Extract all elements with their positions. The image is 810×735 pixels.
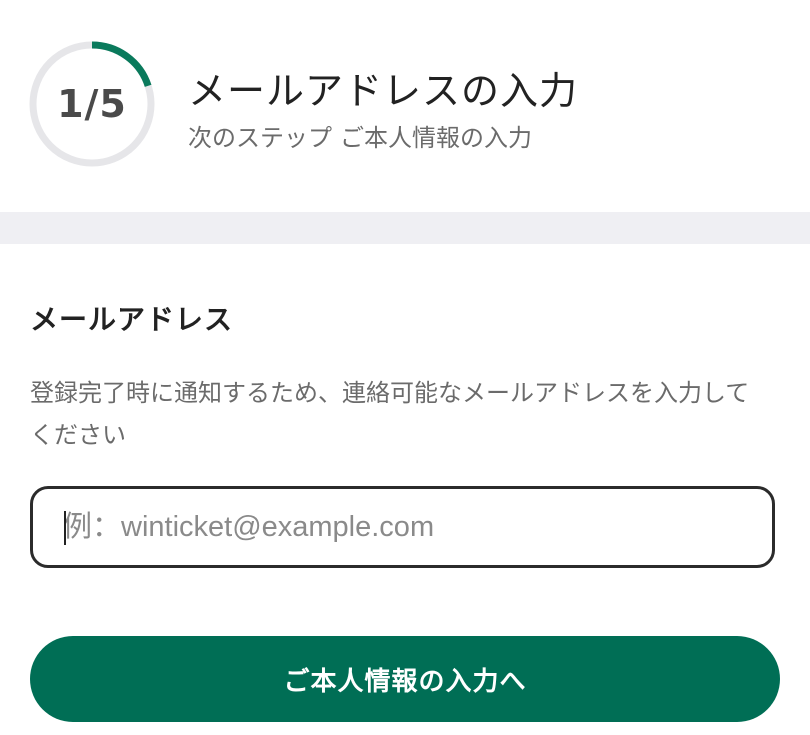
next-step-prefix: 次のステップ <box>188 124 332 152</box>
email-field-container <box>30 486 775 568</box>
step-progress-ring: 1/5 <box>28 40 156 168</box>
step-counter: 1/5 <box>57 82 127 126</box>
next-step-name: ご本人情報の入力 <box>340 124 532 152</box>
next-step-info: 次のステップ ご本人情報の入力 <box>188 118 532 153</box>
page: 1/5 メールアドレスの入力 次のステップ ご本人情報の入力 メールアドレス 登録… <box>0 0 810 735</box>
email-description: 登録完了時に通知するため、連絡可能なメールアドレスを入力してください <box>30 379 750 449</box>
section-divider <box>0 212 810 244</box>
page-title: メールアドレスの入力 <box>188 69 579 113</box>
email-section-label: メールアドレス <box>30 303 234 336</box>
email-input[interactable] <box>33 489 772 565</box>
text-caret <box>64 511 66 545</box>
step-header: 1/5 メールアドレスの入力 次のステップ ご本人情報の入力 <box>0 0 810 212</box>
next-step-button[interactable]: ご本人情報の入力へ <box>30 636 780 722</box>
